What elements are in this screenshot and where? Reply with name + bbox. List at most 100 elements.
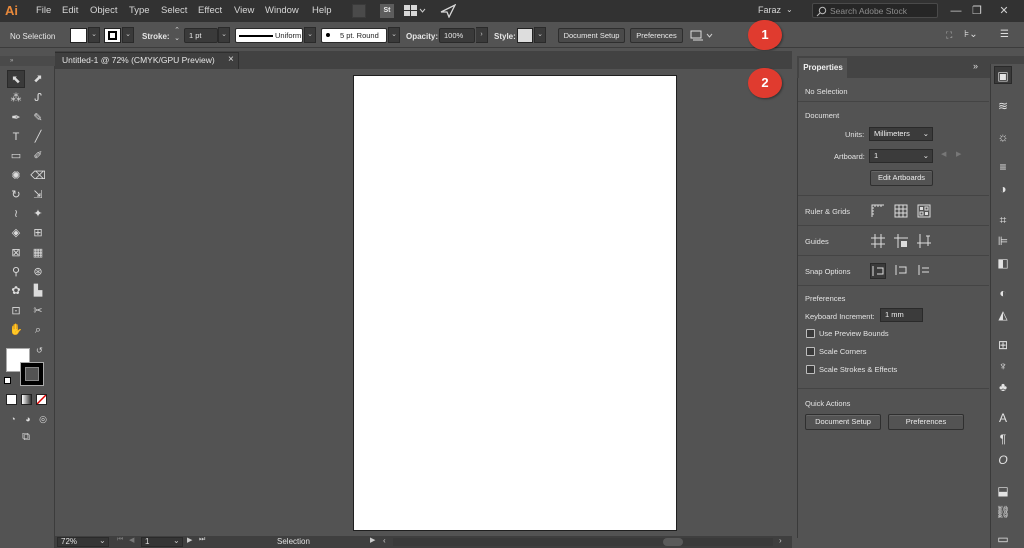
brushes-dock-icon[interactable]: ♆ (994, 357, 1012, 375)
scrollbar-thumb[interactable] (663, 538, 683, 546)
panel-menu-icon[interactable]: ☰ (1000, 29, 1009, 40)
pathfinder-dock-icon[interactable]: ◧ (994, 254, 1012, 272)
lasso-tool-icon[interactable]: ᔑ (29, 89, 47, 107)
stroke-weight-field[interactable]: 1 pt (184, 28, 218, 43)
links-dock-icon[interactable]: ⛓ (994, 503, 1012, 521)
rulers-icon[interactable] (870, 203, 886, 219)
color-dock-icon[interactable]: ◐ (994, 284, 1012, 302)
restore-button[interactable]: ❐ (968, 3, 986, 19)
curvature-tool-icon[interactable]: ✎ (29, 109, 47, 127)
swap-colors-icon[interactable]: ↺ (36, 346, 43, 355)
units-select[interactable]: Millimeters ⌄ (869, 127, 933, 141)
first-artboard-icon[interactable]: ⏮ (117, 536, 123, 544)
close-button[interactable]: ✕ (995, 3, 1013, 19)
align-to-icon[interactable] (690, 29, 714, 42)
menu-type[interactable]: Type (129, 5, 150, 16)
artboard-tool-icon[interactable]: ⊡ (7, 302, 25, 320)
zoom-tool-icon[interactable]: ⌕ (29, 321, 47, 339)
opacity-dropdown[interactable]: › (476, 27, 488, 43)
brush-definition[interactable]: 5 pt. Round (321, 28, 387, 43)
use-preview-bounds-checkbox[interactable] (806, 329, 815, 338)
qa-preferences-button[interactable]: Preferences (888, 414, 964, 430)
selection-tool-icon[interactable]: ⬉ (7, 70, 25, 88)
tab-properties[interactable]: Properties (799, 58, 847, 78)
arrange-icon[interactable]: ⊧⌄ (964, 29, 978, 40)
snap-to-pixel-icon[interactable] (893, 263, 909, 279)
screen-mode-icon[interactable]: ⧉ (17, 428, 35, 446)
qa-document-setup-button[interactable]: Document Setup (805, 414, 881, 430)
previous-artboard-icon[interactable]: ◀ (129, 536, 134, 544)
variable-width-profile[interactable]: Uniform (235, 28, 303, 43)
graphic-style-swatch[interactable] (517, 28, 533, 43)
stroke-weight-dropdown[interactable]: ⌄ (218, 27, 230, 43)
artboard[interactable] (353, 75, 677, 531)
rotate-tool-icon[interactable]: ↻ (7, 186, 25, 204)
line-tool-icon[interactable]: ╱ (29, 128, 47, 146)
snap-to-glyph-icon[interactable] (916, 263, 932, 279)
menu-window[interactable]: Window (265, 5, 299, 16)
fill-swatch[interactable] (70, 28, 87, 43)
search-input[interactable]: Search Adobe Stock (812, 3, 938, 18)
scroll-right-icon[interactable]: › (779, 536, 782, 545)
swatches-dock-icon[interactable]: ⊞ (994, 336, 1012, 354)
paintbrush-tool-icon[interactable]: ✐ (29, 147, 47, 165)
scale-tool-icon[interactable]: ⇲ (29, 186, 47, 204)
minimize-button[interactable]: — (947, 3, 965, 19)
collapse-panel-icon[interactable]: » (973, 61, 978, 71)
previous-artboard-icon[interactable]: ◀ (941, 150, 946, 158)
perspective-grid-tool-icon[interactable]: ⊞ (29, 224, 47, 242)
asset-export-dock-icon[interactable]: ⬓ (994, 482, 1012, 500)
menu-file[interactable]: File (36, 5, 51, 16)
scale-strokes-label[interactable]: Scale Strokes & Effects (819, 365, 897, 374)
transform-dock-icon[interactable]: ⌗ (994, 211, 1012, 229)
scale-corners-checkbox[interactable] (806, 347, 815, 356)
menu-object[interactable]: Object (90, 5, 117, 16)
artboard-dropdown-icon[interactable]: ⌄ (173, 536, 180, 545)
eraser-tool-icon[interactable]: ⌫ (29, 167, 47, 185)
status-menu-icon[interactable]: ▶ (370, 536, 375, 544)
snap-to-point-icon[interactable] (870, 263, 886, 279)
stroke-dock-icon[interactable]: ≡ (994, 158, 1012, 176)
gradient-mode-icon[interactable] (21, 394, 32, 405)
scroll-left-icon[interactable]: ‹ (383, 536, 386, 545)
close-tab-icon[interactable]: × (228, 54, 234, 65)
stroke-color-dropdown[interactable]: ⌄ (122, 27, 134, 43)
show-guides-icon[interactable] (870, 233, 886, 249)
opacity-field[interactable]: 100% (439, 28, 475, 43)
paragraph-dock-icon[interactable]: ¶ (994, 430, 1012, 448)
style-dropdown[interactable]: ⌄ (534, 27, 546, 43)
fill-dropdown[interactable]: ⌄ (88, 27, 100, 43)
align-dock-icon[interactable]: ⊫ (994, 232, 1012, 250)
transparency-grid-icon[interactable] (916, 203, 932, 219)
use-preview-bounds-label[interactable]: Use Preview Bounds (819, 329, 889, 338)
document-tab[interactable]: Untitled-1 @ 72% (CMYK/GPU Preview) (55, 52, 239, 69)
magic-wand-tool-icon[interactable]: ⁂ (7, 89, 25, 107)
zoom-dropdown-icon[interactable]: ⌄ (99, 536, 106, 545)
blend-tool-icon[interactable]: ⊛ (29, 263, 47, 281)
next-artboard-icon[interactable]: ▶ (956, 150, 961, 158)
color-mode-icon[interactable] (6, 394, 17, 405)
direct-selection-tool-icon[interactable]: ⬈ (29, 70, 47, 88)
type-tool-icon[interactable]: T (7, 128, 25, 146)
shaper-tool-icon[interactable]: ✺ (7, 167, 25, 185)
edit-artboards-button[interactable]: Edit Artboards (870, 170, 933, 186)
next-artboard-icon[interactable]: ▶ (187, 536, 192, 544)
scale-strokes-checkbox[interactable] (806, 365, 815, 374)
libraries-dock-icon[interactable]: ☼ (994, 128, 1012, 146)
chevron-down-icon[interactable]: ⌄ (786, 5, 793, 14)
user-name[interactable]: Faraz (758, 5, 781, 15)
default-colors-icon[interactable] (4, 377, 11, 384)
character-dock-icon[interactable]: A (994, 409, 1012, 427)
artboard-select[interactable]: 1 ⌄ (869, 149, 933, 163)
stroke-color-box[interactable] (20, 362, 44, 386)
profile-dropdown[interactable]: ⌄ (304, 27, 316, 43)
column-graph-tool-icon[interactable]: ▙ (29, 282, 47, 300)
none-mode-icon[interactable] (36, 394, 47, 405)
bridge-icon[interactable] (352, 4, 366, 18)
horizontal-scrollbar[interactable] (393, 538, 773, 546)
document-setup-button[interactable]: Document Setup (558, 28, 625, 43)
puppet-warp-tool-icon[interactable]: ✦ (29, 205, 47, 223)
preferences-button[interactable]: Preferences (630, 28, 683, 43)
grid-icon[interactable] (893, 203, 909, 219)
transform-icon[interactable]: ⛶ (946, 30, 952, 41)
